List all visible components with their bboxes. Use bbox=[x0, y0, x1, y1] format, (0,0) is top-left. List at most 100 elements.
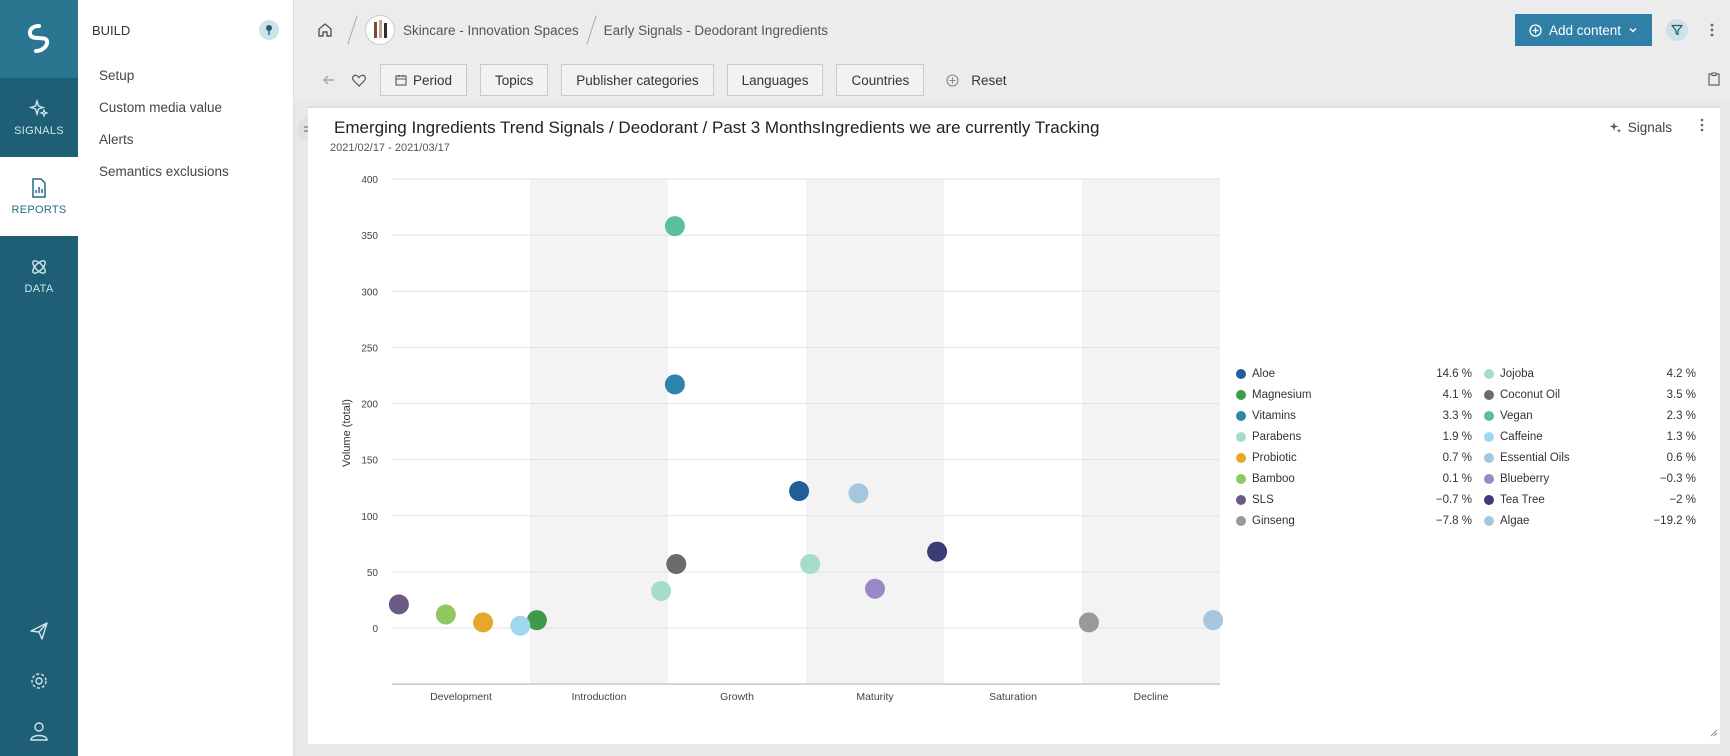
sparkle-icon bbox=[29, 98, 49, 118]
y-tick-label: 200 bbox=[361, 400, 378, 411]
legend-swatch bbox=[1236, 473, 1246, 484]
rail-item-signals[interactable]: SIGNALS bbox=[0, 78, 78, 157]
logo-icon bbox=[27, 24, 50, 53]
clipboard-button[interactable] bbox=[1708, 72, 1720, 91]
point-algae[interactable] bbox=[1203, 610, 1224, 631]
point-coconut-oil[interactable] bbox=[666, 554, 687, 575]
signals-button[interactable]: Signals bbox=[1609, 120, 1672, 135]
calendar-icon bbox=[395, 75, 407, 86]
breadcrumb-space[interactable]: Skincare - Innovation Spaces bbox=[403, 23, 579, 38]
legend-name: Tea Tree bbox=[1500, 493, 1545, 506]
legend-item[interactable]: Blueberry −0.3 % bbox=[1484, 473, 1696, 485]
languages-filter[interactable]: Languages bbox=[726, 64, 824, 96]
heart-icon bbox=[352, 74, 366, 87]
app-logo[interactable] bbox=[0, 0, 78, 78]
legend-name: Parabens bbox=[1252, 430, 1302, 443]
kebab-icon bbox=[1710, 23, 1714, 37]
build-item-custom-media-value[interactable]: Custom media value bbox=[78, 92, 293, 124]
legend-name: Blueberry bbox=[1500, 472, 1550, 485]
band-introduction bbox=[530, 179, 668, 685]
legend-name: Jojoba bbox=[1500, 367, 1534, 380]
legend-item[interactable]: Ginseng −7.8 % bbox=[1236, 515, 1484, 527]
point-sls[interactable] bbox=[388, 594, 409, 615]
back-button[interactable] bbox=[314, 73, 344, 87]
add-filter-button[interactable] bbox=[937, 73, 967, 87]
legend-item[interactable]: Jojoba 4.2 % bbox=[1484, 368, 1696, 380]
pin-button[interactable] bbox=[259, 20, 279, 40]
widget-options-button[interactable] bbox=[1700, 118, 1704, 137]
breadcrumb-report[interactable]: Early Signals - Deodorant Ingredients bbox=[604, 23, 828, 38]
sparkle-icon bbox=[1609, 122, 1622, 133]
build-panel: BUILD Setup Custom media value Alerts Se… bbox=[78, 0, 294, 756]
topics-filter[interactable]: Topics bbox=[480, 64, 549, 96]
y-tick-label: 0 bbox=[372, 624, 378, 635]
resize-handle[interactable] bbox=[1710, 724, 1718, 742]
legend-value: 1.3 % bbox=[1666, 430, 1696, 443]
legend-name: Probiotic bbox=[1252, 451, 1297, 464]
legend-swatch bbox=[1484, 389, 1494, 400]
rail-item-data[interactable]: DATA bbox=[0, 236, 78, 315]
legend-item[interactable]: Essential Oils 0.6 % bbox=[1484, 452, 1696, 464]
home-button[interactable] bbox=[310, 22, 340, 38]
period-filter[interactable]: Period bbox=[380, 64, 468, 96]
legend-name: Caffeine bbox=[1500, 430, 1543, 443]
space-avatar bbox=[365, 15, 395, 45]
legend-item[interactable]: Parabens 1.9 % bbox=[1236, 431, 1484, 443]
x-tick-label: Development bbox=[430, 691, 492, 703]
legend-name: Algae bbox=[1500, 514, 1530, 527]
legend-item[interactable]: Probiotic 0.7 % bbox=[1236, 452, 1484, 464]
point-bamboo[interactable] bbox=[435, 604, 456, 625]
period-label: Period bbox=[413, 72, 453, 88]
countries-filter[interactable]: Countries bbox=[836, 64, 925, 96]
point-tea-tree[interactable] bbox=[927, 541, 948, 562]
point-parabens[interactable] bbox=[651, 580, 672, 601]
rail-profile[interactable] bbox=[0, 706, 78, 756]
point-jojoba[interactable] bbox=[800, 554, 821, 575]
legend-value: 14.6 % bbox=[1436, 367, 1472, 380]
legend-value: −0.3 % bbox=[1659, 472, 1696, 485]
point-aloe[interactable] bbox=[789, 481, 810, 502]
legend-value: −2 % bbox=[1669, 493, 1696, 506]
build-item-alerts[interactable]: Alerts bbox=[78, 124, 293, 156]
point-caffeine[interactable] bbox=[510, 615, 531, 636]
legend-item[interactable]: Vegan 2.3 % bbox=[1484, 410, 1696, 422]
point-ginseng[interactable] bbox=[1078, 612, 1099, 633]
legend-item[interactable]: Caffeine 1.3 % bbox=[1484, 431, 1696, 443]
rail-send[interactable] bbox=[0, 606, 78, 656]
legend-swatch bbox=[1236, 515, 1246, 526]
reset-button[interactable]: Reset bbox=[971, 73, 1006, 88]
legend-value: 3.5 % bbox=[1666, 388, 1696, 401]
legend-item[interactable]: Coconut Oil 3.5 % bbox=[1484, 389, 1696, 401]
build-item-semantics-exclusions[interactable]: Semantics exclusions bbox=[78, 156, 293, 188]
legend-item[interactable]: Algae −19.2 % bbox=[1484, 515, 1696, 527]
legend-item[interactable]: Bamboo 0.1 % bbox=[1236, 473, 1484, 485]
legend-name: Bamboo bbox=[1252, 472, 1295, 485]
band-maturity bbox=[806, 179, 944, 685]
legend-item[interactable]: Aloe 14.6 % bbox=[1236, 368, 1484, 380]
point-vitamins[interactable] bbox=[664, 374, 685, 395]
build-item-setup[interactable]: Setup bbox=[78, 60, 293, 92]
report-icon bbox=[32, 177, 46, 198]
y-tick-label: 150 bbox=[361, 456, 378, 467]
legend-item[interactable]: Vitamins 3.3 % bbox=[1236, 410, 1484, 422]
favorite-button[interactable] bbox=[344, 74, 374, 87]
rail-label-signals: SIGNALS bbox=[14, 124, 64, 137]
legend-item[interactable]: Magnesium 4.1 % bbox=[1236, 389, 1484, 401]
more-options-button[interactable] bbox=[1702, 23, 1722, 37]
point-blueberry[interactable] bbox=[865, 578, 885, 599]
legend-swatch bbox=[1484, 368, 1494, 379]
publisher-categories-filter[interactable]: Publisher categories bbox=[561, 64, 714, 96]
filter-button[interactable] bbox=[1666, 19, 1688, 41]
point-essential-oils[interactable] bbox=[848, 483, 869, 504]
rail-settings[interactable] bbox=[0, 656, 78, 706]
rail-item-reports[interactable]: REPORTS bbox=[0, 157, 78, 236]
point-vegan[interactable] bbox=[664, 216, 685, 237]
legend-swatch bbox=[1484, 515, 1494, 526]
legend-value: 2.3 % bbox=[1666, 409, 1696, 422]
add-content-button[interactable]: Add content bbox=[1514, 14, 1652, 46]
pin-icon bbox=[266, 25, 272, 35]
legend-item[interactable]: SLS −0.7 % bbox=[1236, 494, 1484, 506]
point-probiotic[interactable] bbox=[473, 612, 494, 633]
x-tick-label: Decline bbox=[1133, 691, 1168, 703]
legend-item[interactable]: Tea Tree −2 % bbox=[1484, 494, 1696, 506]
